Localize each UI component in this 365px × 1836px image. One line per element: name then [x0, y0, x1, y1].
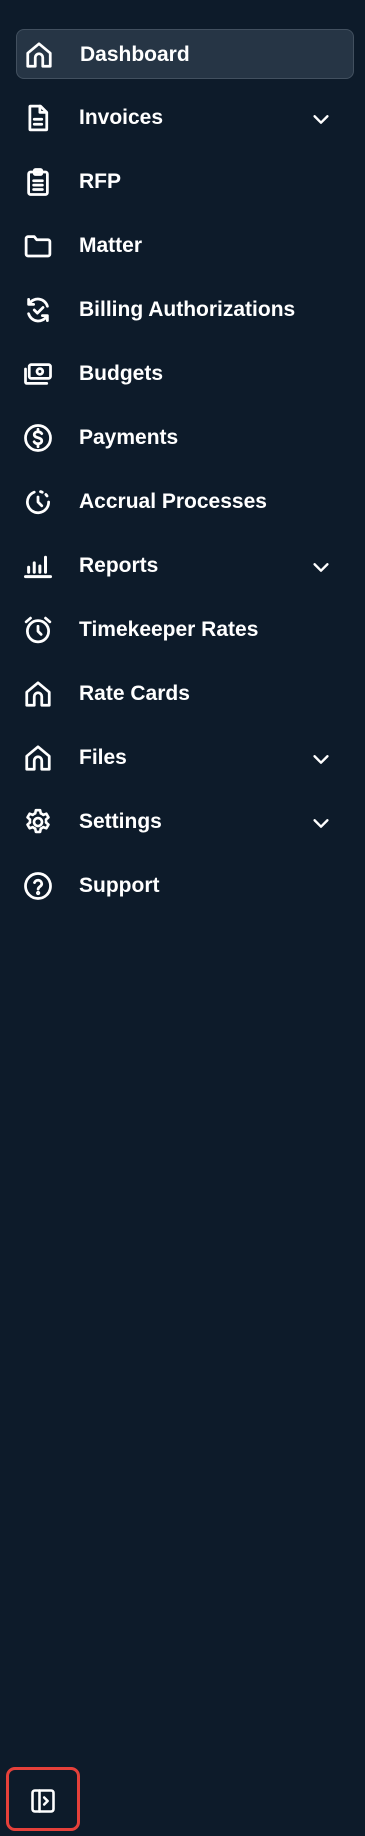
sidebar-item-accrual-processes[interactable]: Accrual Processes [16, 477, 354, 527]
sidebar-item-label: Accrual Processes [79, 490, 267, 513]
sidebar-item-matter[interactable]: Matter [16, 221, 354, 271]
sidebar-item-label: RFP [79, 170, 121, 193]
sidebar-nav: Dashboard Invoices RFP Matter Billing Au… [16, 29, 354, 925]
sidebar-item-label: Support [79, 874, 160, 897]
home-icon [23, 743, 53, 773]
chevron-down-icon[interactable] [310, 748, 332, 770]
sidebar-item-timekeeper-rates[interactable]: Timekeeper Rates [16, 605, 354, 655]
sidebar-expand-icon [29, 1787, 57, 1815]
chevron-down-icon[interactable] [310, 556, 332, 578]
sidebar-toggle-button[interactable] [6, 1767, 80, 1831]
sidebar-item-label: Billing Authorizations [79, 298, 296, 321]
cash-icon [23, 359, 53, 389]
sidebar-item-label: Files [79, 746, 127, 769]
sidebar-item-label: Reports [79, 554, 159, 577]
sidebar-item-billing-authorizations[interactable]: Billing Authorizations [16, 285, 354, 335]
chevron-down-icon[interactable] [310, 812, 332, 834]
folder-icon [23, 231, 53, 261]
sidebar-item-label: Invoices [79, 106, 164, 129]
sidebar-item-invoices[interactable]: Invoices [16, 93, 354, 143]
sidebar: Dashboard Invoices RFP Matter Billing Au… [0, 0, 365, 1836]
sidebar-item-payments[interactable]: Payments [16, 413, 354, 463]
sidebar-item-budgets[interactable]: Budgets [16, 349, 354, 399]
question-circle-icon [23, 871, 53, 901]
sidebar-item-rfp[interactable]: RFP [16, 157, 354, 207]
clipboard-icon [23, 167, 53, 197]
sidebar-item-label: Budgets [79, 362, 163, 385]
sidebar-item-settings[interactable]: Settings [16, 797, 354, 847]
sidebar-item-rate-cards[interactable]: Rate Cards [16, 669, 354, 719]
refresh-check-icon [23, 295, 53, 325]
sidebar-item-label: Dashboard [80, 43, 190, 66]
dollar-circle-icon [23, 423, 53, 453]
sidebar-item-label: Rate Cards [79, 682, 190, 705]
sidebar-item-files[interactable]: Files [16, 733, 354, 783]
chevron-down-icon[interactable] [310, 108, 332, 130]
sidebar-item-label: Payments [79, 426, 179, 449]
bar-chart-icon [23, 551, 53, 581]
sidebar-item-reports[interactable]: Reports [16, 541, 354, 591]
alarm-clock-icon [23, 615, 53, 645]
clock-progress-icon [23, 487, 53, 517]
sidebar-item-label: Matter [79, 234, 143, 257]
home-icon [24, 40, 54, 70]
sidebar-item-label: Settings [79, 810, 162, 833]
gear-icon [23, 807, 53, 837]
home-icon [23, 679, 53, 709]
sidebar-item-support[interactable]: Support [16, 861, 354, 911]
sidebar-item-dashboard[interactable]: Dashboard [16, 29, 354, 79]
sidebar-item-label: Timekeeper Rates [79, 618, 259, 641]
document-icon [23, 103, 53, 133]
